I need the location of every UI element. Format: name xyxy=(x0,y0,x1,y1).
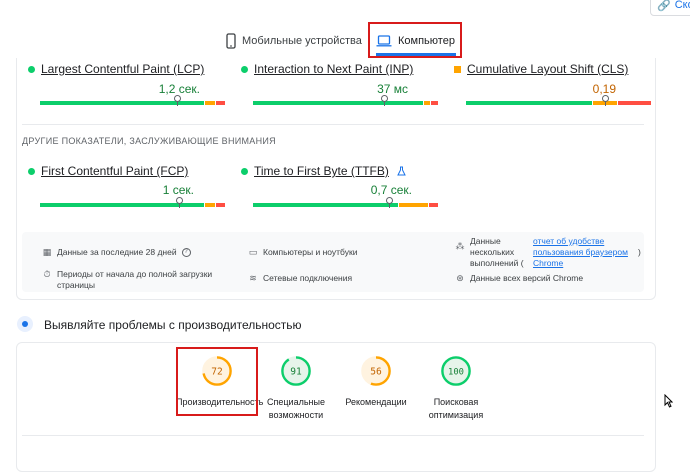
percentile-marker xyxy=(381,95,388,106)
metric-lcp-distribution-bar xyxy=(40,95,225,106)
good-status-icon xyxy=(241,65,248,73)
metric-inp-value: 37 мс xyxy=(377,82,408,96)
score-seo[interactable]: 100 Поисковая оптимизация xyxy=(420,355,492,422)
score-gauge-value: 91 xyxy=(290,367,302,378)
metric-ttfb-distribution-bar xyxy=(253,197,438,208)
score-gauge: 100 xyxy=(441,356,471,386)
other-metrics-title: ДРУГИЕ ПОКАЗАТЕЛИ, ЗАСЛУЖИВАЮЩИЕ ВНИМАНИ… xyxy=(22,136,276,146)
wifi-icon: ≋ xyxy=(249,273,257,283)
info-chrome: ⊛ Данные всех версий Chrome xyxy=(456,273,584,283)
score-gauge-value: 56 xyxy=(370,367,382,378)
metric-inp-name: Interaction to Next Paint (INP) xyxy=(254,62,414,76)
percentile-marker xyxy=(176,197,183,208)
flask-icon xyxy=(397,166,406,176)
metric-ttfb[interactable]: Time to First Byte (TTFB) xyxy=(241,164,406,178)
chrome-icon: ⊛ xyxy=(456,273,464,283)
metric-ttfb-value: 0,7 сек. xyxy=(370,183,412,197)
percentile-marker xyxy=(602,95,609,106)
score-best-practices[interactable]: 56 Рекомендации xyxy=(340,355,412,409)
copy-link-button[interactable]: 🔗 Ско xyxy=(650,0,690,16)
score-seo-label: Поисковая оптимизация xyxy=(428,397,484,420)
lab-scores-card xyxy=(16,342,656,472)
metric-lcp-value: 1,2 сек. xyxy=(158,82,200,96)
metric-fcp-value: 1 сек. xyxy=(162,183,194,197)
score-accessibility[interactable]: 91 Специальные возможности xyxy=(258,355,334,422)
highlight-box-desktop-tab xyxy=(368,22,462,58)
divider xyxy=(22,435,644,436)
samples-icon: ⁂ xyxy=(455,241,465,251)
score-gauge: 56 xyxy=(361,356,391,386)
score-gauge: 91 xyxy=(281,356,311,386)
tab-mobile-label: Мобильные устройства xyxy=(242,35,362,47)
average-status-icon xyxy=(454,65,461,73)
calendar-icon: ▦ xyxy=(42,247,52,257)
diagnose-icon xyxy=(17,316,33,332)
score-best-practices-label: Рекомендации xyxy=(345,397,407,407)
info-devices: ▭ Компьютеры и ноутбуки xyxy=(248,247,358,257)
metric-cls-distribution-bar xyxy=(466,95,651,106)
info-duration: ⏱ Периоды от начала до полной загрузки с… xyxy=(43,269,213,290)
devices-icon: ▭ xyxy=(248,247,258,257)
mouse-cursor-icon xyxy=(664,394,673,408)
metric-lcp[interactable]: Largest Contentful Paint (LCP) xyxy=(28,62,204,76)
metric-fcp[interactable]: First Contentful Paint (FCP) xyxy=(28,164,188,178)
copy-link-label: Ско xyxy=(674,0,690,11)
score-gauge-value: 100 xyxy=(448,368,464,378)
metric-ttfb-name: Time to First Byte (TTFB) xyxy=(254,164,389,178)
divider xyxy=(22,124,644,125)
score-accessibility-label: Специальные возможности xyxy=(267,397,325,420)
percentile-marker xyxy=(174,95,181,106)
diagnose-title: Выявляйте проблемы с производительностью xyxy=(44,318,302,332)
good-status-icon xyxy=(241,167,248,175)
metric-cls[interactable]: Cumulative Layout Shift (CLS) xyxy=(454,62,628,76)
metric-cls-value: 0,19 xyxy=(592,82,616,96)
metric-fcp-name: First Contentful Paint (FCP) xyxy=(41,164,189,178)
info-period: ▦ Данные за последние 28 дней ? xyxy=(42,247,191,258)
tab-mobile[interactable]: Мобильные устройства xyxy=(226,30,362,52)
metric-inp[interactable]: Interaction to Next Paint (INP) xyxy=(241,62,413,76)
info-samples: ⁂ Данные нескольких выполнений ( отчет о… xyxy=(455,236,641,269)
metric-fcp-distribution-bar xyxy=(40,197,225,208)
metric-lcp-name: Largest Contentful Paint (LCP) xyxy=(41,62,205,76)
metric-cls-name: Cumulative Layout Shift (CLS) xyxy=(467,62,629,76)
help-icon[interactable]: ? xyxy=(181,248,191,257)
link-icon: 🔗 xyxy=(657,0,671,12)
crux-report-link[interactable]: отчет об удобстве пользования браузером … xyxy=(533,236,633,269)
good-status-icon xyxy=(28,167,35,175)
smartphone-icon xyxy=(226,33,236,49)
percentile-marker xyxy=(386,197,393,208)
timer-icon: ⏱ xyxy=(43,269,51,279)
highlight-box-performance xyxy=(176,347,258,416)
info-network: ≋ Сетевые подключения xyxy=(249,273,353,283)
metric-inp-distribution-bar xyxy=(253,95,438,106)
good-status-icon xyxy=(28,65,35,73)
